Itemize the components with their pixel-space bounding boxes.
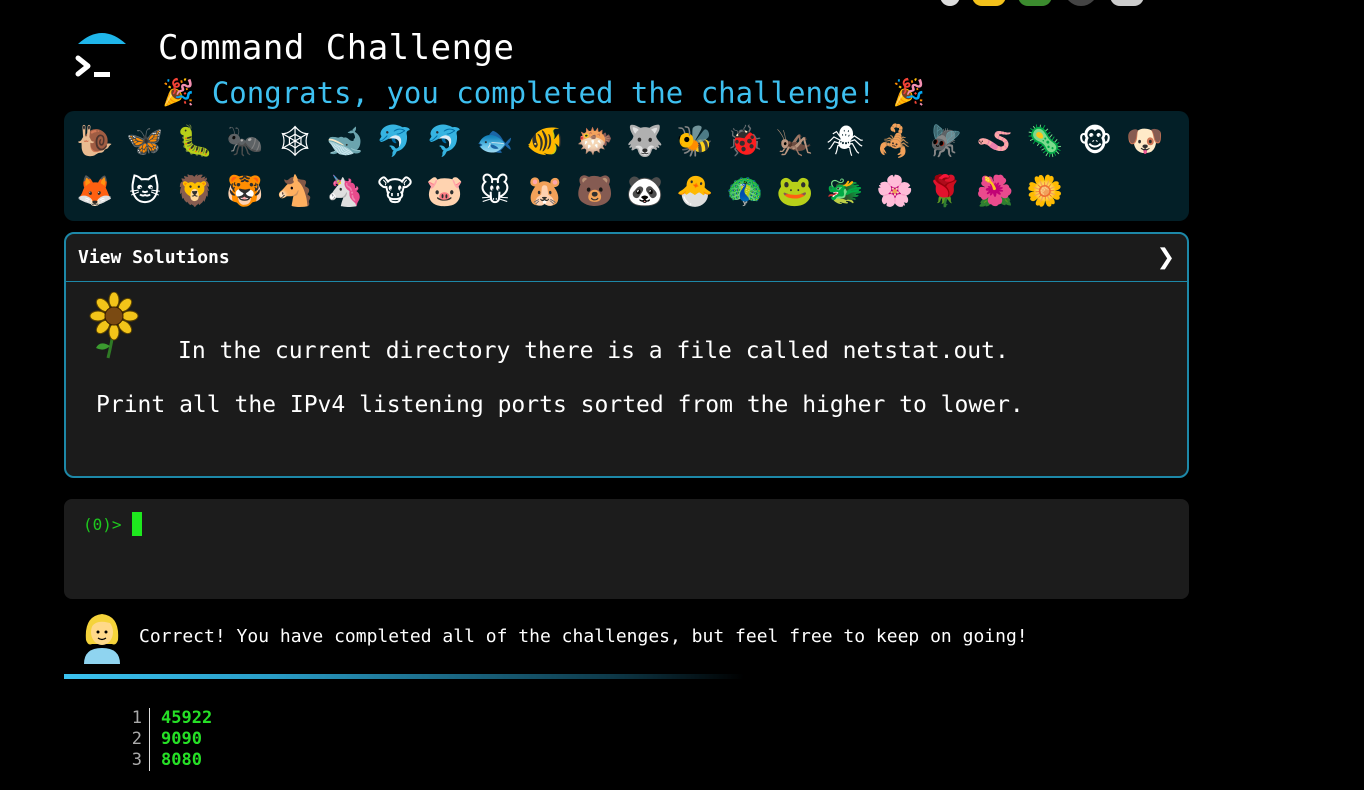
challenge-emoji-icon[interactable]: 🌺 — [970, 167, 1020, 217]
challenge-emoji-icon[interactable]: 🪱 — [970, 117, 1020, 167]
chevron-right-icon[interactable]: ❯ — [1157, 245, 1175, 270]
challenge-emoji-icon[interactable]: 🦁 — [170, 167, 220, 217]
challenge-emoji-icon[interactable]: 🐟 — [470, 117, 520, 167]
challenge-emoji-icon[interactable]: 🐞 — [720, 117, 770, 167]
assistant-woman-icon — [84, 614, 120, 664]
emoji-row: 🐌 🦋 🐛 🐜 🕸 🐋 🐬 🐬 🐟 🐠 🐡 🐺 🐝 🐞 🦗 🕷 🦂 🪰 🪱 🦠 🐵 🐶 — [70, 117, 1183, 167]
challenge-emoji-icon[interactable]: 🐜 — [220, 117, 270, 167]
challenge-emoji-icon[interactable]: 🐝 — [670, 117, 720, 167]
challenge-emoji-icon[interactable]: 🕸 — [270, 117, 320, 167]
challenge-emoji-icon[interactable]: 🦗 — [770, 117, 820, 167]
challenge-emoji-icon[interactable]: 🐋 — [320, 117, 370, 167]
challenge-emoji-icon[interactable]: 🦋 — [120, 117, 170, 167]
challenge-emoji-icon[interactable]: 🐛 — [170, 117, 220, 167]
challenge-description-line1: In the current directory there is a file… — [178, 338, 1009, 364]
line-number: 2 — [120, 729, 150, 750]
output-line: 1 45922 — [120, 708, 212, 729]
line-number: 3 — [120, 750, 150, 771]
party-popper-icon: 🎉 — [162, 78, 195, 108]
challenge-emoji-icon[interactable]: 🌹 — [920, 167, 970, 217]
terminal-input[interactable]: (0)> — [64, 499, 1189, 599]
challenge-emoji-icon[interactable]: 🐭 — [470, 167, 520, 217]
challenge-emoji-icon[interactable]: 🌼 — [1020, 167, 1070, 217]
challenge-emoji-icon[interactable]: 🐲 — [820, 167, 870, 217]
challenge-emoji-icon[interactable]: 🐯 — [220, 167, 270, 217]
toolbar-icon-2[interactable] — [972, 0, 1006, 6]
output-value: 8080 — [161, 750, 202, 770]
challenge-emoji-icon[interactable]: 🪰 — [920, 117, 970, 167]
challenge-emoji-icon[interactable]: 🐵 — [1070, 117, 1120, 167]
challenge-emoji-icon[interactable]: 🕷 — [820, 117, 870, 167]
toolbar-icon-5[interactable] — [1110, 0, 1144, 6]
challenge-emoji-icon[interactable]: 🦠 — [1020, 117, 1070, 167]
challenge-description-line2: Print all the IPv4 listening ports sorte… — [96, 392, 1024, 418]
challenge-emoji-icon[interactable]: 🐬 — [370, 117, 420, 167]
challenge-emoji-icon[interactable]: 🦊 — [70, 167, 120, 217]
challenge-emoji-icon[interactable]: 🌸 — [870, 167, 920, 217]
solutions-header[interactable]: View Solutions ❯ — [66, 234, 1187, 282]
output-value: 9090 — [161, 729, 202, 749]
terminal-cursor — [132, 512, 142, 536]
challenge-emoji-icon[interactable]: 🐷 — [420, 167, 470, 217]
toolbar-icon-4[interactable] — [1064, 0, 1098, 6]
party-popper-icon: 🎉 — [892, 78, 926, 108]
challenge-emoji-icon[interactable]: 🐸 — [770, 167, 820, 217]
command-output: 1 45922 2 9090 3 8080 — [120, 708, 212, 771]
solutions-title[interactable]: View Solutions — [78, 247, 230, 268]
challenge-emoji-icon[interactable]: 🐣 — [670, 167, 720, 217]
output-value: 45922 — [161, 708, 213, 728]
congrats-banner: 🎉 Congrats, you completed the challenge!… — [162, 76, 925, 110]
output-line: 2 9090 — [120, 729, 212, 750]
terminal-prompt: (0)> — [83, 515, 122, 534]
challenge-emoji-icon[interactable]: 🐱 — [120, 167, 170, 217]
feedback-message: Correct! You have completed all of the c… — [139, 626, 1028, 647]
challenge-emoji-icon[interactable]: 🐼 — [620, 167, 670, 217]
challenge-emoji-icon[interactable]: 🐮 — [370, 167, 420, 217]
progress-bar — [64, 674, 744, 679]
sunflower-icon — [89, 292, 139, 359]
line-number: 1 — [120, 708, 150, 729]
challenge-emoji-icon[interactable]: 🐌 — [70, 117, 120, 167]
solutions-panel: View Solutions ❯ In the current director… — [64, 232, 1189, 478]
completed-challenges-panel: 🐌 🦋 🐛 🐜 🕸 🐋 🐬 🐬 🐟 🐠 🐡 🐺 🐝 🐞 🦗 🕷 🦂 🪰 🪱 🦠 🐵 🐶 🦊 🐱 🦁 🐯 🐴 🦄 🐮 🐷 🐭 🐹 🐻 🐼 🐣 🦚 🐸 🐲 🌸… — [64, 111, 1189, 221]
challenge-emoji-icon[interactable]: 🐹 — [520, 167, 570, 217]
challenge-emoji-icon[interactable]: 🐬 — [420, 117, 470, 167]
page-title: Command Challenge — [158, 28, 515, 68]
toolbar-icon-1[interactable] — [940, 0, 960, 6]
toolbar-icon-3[interactable] — [1018, 0, 1052, 6]
challenge-emoji-icon[interactable]: 🐡 — [570, 117, 620, 167]
challenge-emoji-icon[interactable]: 🐻 — [570, 167, 620, 217]
challenge-emoji-icon[interactable]: 🦄 — [320, 167, 370, 217]
challenge-emoji-icon[interactable]: 🐠 — [520, 117, 570, 167]
challenge-emoji-icon[interactable]: 🦂 — [870, 117, 920, 167]
congrats-text: Congrats, you completed the challenge! — [211, 76, 876, 110]
challenge-emoji-icon[interactable]: 🐺 — [620, 117, 670, 167]
emoji-row: 🦊 🐱 🦁 🐯 🐴 🦄 🐮 🐷 🐭 🐹 🐻 🐼 🐣 🦚 🐸 🐲 🌸 🌹 🌺 🌼 — [70, 167, 1183, 217]
top-toolbar — [940, 0, 1144, 6]
challenge-emoji-icon[interactable]: 🦚 — [720, 167, 770, 217]
terminal-logo-icon[interactable] — [72, 30, 130, 82]
challenge-emoji-icon[interactable]: 🐴 — [270, 167, 320, 217]
challenge-emoji-icon[interactable]: 🐶 — [1120, 117, 1170, 167]
output-line: 3 8080 — [120, 750, 212, 771]
